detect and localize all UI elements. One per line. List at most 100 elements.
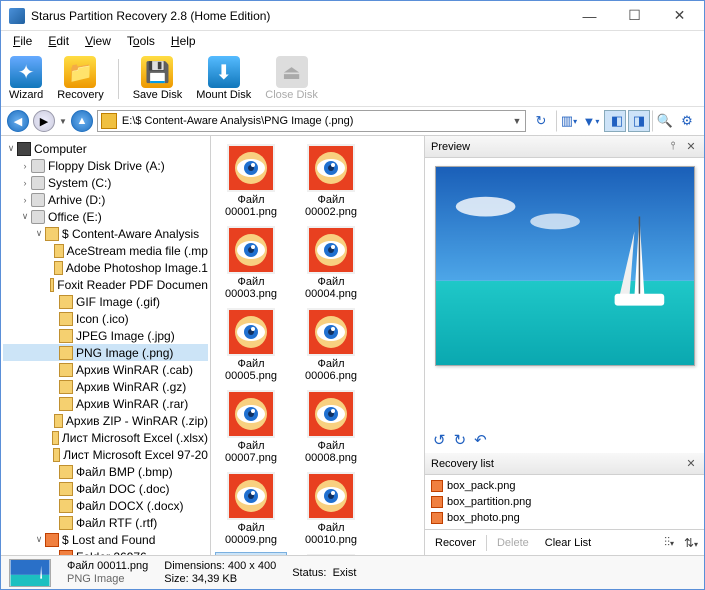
- preview-pin-icon[interactable]: ⫯: [666, 140, 680, 154]
- tree-item[interactable]: Архив WinRAR (.gz): [3, 378, 208, 395]
- tree-item[interactable]: AceStream media file (.mp: [3, 242, 208, 259]
- tree-item[interactable]: Foxit Reader PDF Documen: [3, 276, 208, 293]
- filter-button[interactable]: ▼▾: [580, 110, 602, 132]
- tree-item[interactable]: Архив WinRAR (.rar): [3, 395, 208, 412]
- file-thumbnail-icon: [307, 554, 355, 555]
- tree-content-aware[interactable]: ∨$ Content-Aware Analysis: [3, 225, 208, 242]
- options-button[interactable]: ⚙: [676, 110, 698, 132]
- save-disk-button[interactable]: 💾 Save Disk: [133, 56, 183, 101]
- maximize-button[interactable]: ☐: [612, 2, 657, 30]
- tree-system[interactable]: ›System (C:): [3, 174, 208, 191]
- recovery-list-header: Recovery list ✕: [425, 453, 704, 475]
- tree-floppy[interactable]: ›Floppy Disk Drive (A:): [3, 157, 208, 174]
- file-item[interactable]: Файл 00001.png: [215, 142, 287, 220]
- nav-forward-button[interactable]: ▶: [33, 110, 55, 132]
- file-item[interactable]: Файл 00012.png: [295, 552, 367, 555]
- file-thumbnail-icon: [227, 390, 275, 438]
- search-button[interactable]: 🔍: [652, 110, 674, 132]
- file-item[interactable]: Файл 00006.png: [295, 306, 367, 384]
- tree-item[interactable]: GIF Image (.gif): [3, 293, 208, 310]
- panel-toggle-1[interactable]: ◧: [604, 110, 626, 132]
- list-view-icon[interactable]: ⫶⫶▾: [660, 535, 678, 550]
- folder-tree[interactable]: ∨Computer ›Floppy Disk Drive (A:) ›Syste…: [1, 136, 211, 555]
- rotate-right-icon[interactable]: ↻: [454, 431, 467, 449]
- tree-item[interactable]: Архив ZIP - WinRAR (.zip): [3, 412, 208, 429]
- save-disk-icon: 💾: [141, 56, 173, 88]
- tree-item[interactable]: Icon (.ico): [3, 310, 208, 327]
- preview-close-icon[interactable]: ✕: [684, 140, 698, 154]
- menu-view[interactable]: View: [77, 32, 119, 50]
- tree-item-png[interactable]: PNG Image (.png): [3, 344, 208, 361]
- recovery-button[interactable]: 📁 Recovery: [57, 56, 103, 101]
- tree-item[interactable]: Лист Microsoft Excel (.xlsx): [3, 429, 208, 446]
- menu-tools[interactable]: Tools: [119, 32, 163, 50]
- file-label: Файл 00002.png: [297, 194, 365, 218]
- menu-help[interactable]: Help: [163, 32, 204, 50]
- nav-up-button[interactable]: ▲: [71, 110, 93, 132]
- address-dropdown[interactable]: ▼: [509, 116, 525, 126]
- tree-item[interactable]: JPEG Image (.jpg): [3, 327, 208, 344]
- file-grid[interactable]: Файл 00001.png Файл 00002.png Файл 00003.p…: [211, 136, 424, 555]
- mount-disk-icon: ⬇: [208, 56, 240, 88]
- tree-item[interactable]: ›Folder 26976: [3, 548, 208, 555]
- recovery-list-item[interactable]: box_partition.png: [431, 494, 698, 510]
- nav-history-dropdown[interactable]: ▼: [59, 117, 67, 126]
- address-bar[interactable]: ▼: [97, 110, 526, 132]
- file-item[interactable]: Файл 00009.png: [215, 470, 287, 548]
- menu-file[interactable]: File: [5, 32, 40, 50]
- clear-list-button[interactable]: Clear List: [539, 535, 597, 551]
- tree-lost-found[interactable]: ∨$ Lost and Found: [3, 531, 208, 548]
- file-label: Файл 00004.png: [297, 276, 365, 300]
- recovery-list-item[interactable]: box_pack.png: [431, 478, 698, 494]
- recovery-list-close-icon[interactable]: ✕: [684, 457, 698, 471]
- file-item[interactable]: Файл 00011.png: [215, 552, 287, 555]
- tree-office[interactable]: ∨Office (E:): [3, 208, 208, 225]
- recovery-toolbar: Recover Delete Clear List ⫶⫶▾ ⇅▾: [425, 529, 704, 555]
- file-thumbnail-icon: [227, 472, 275, 520]
- tree-item[interactable]: Файл DOC (.doc): [3, 480, 208, 497]
- minimize-button[interactable]: —: [567, 2, 612, 30]
- panel-toggle-2[interactable]: ◨: [628, 110, 650, 132]
- status-bar: Файл 00011.png PNG Image Dimensions: 400…: [1, 555, 704, 589]
- recover-button[interactable]: Recover: [429, 535, 482, 551]
- tree-item[interactable]: Лист Microsoft Excel 97-20: [3, 446, 208, 463]
- preview-header: Preview ⫯ ✕: [425, 136, 704, 158]
- file-item[interactable]: Файл 00010.png: [295, 470, 367, 548]
- tree-item[interactable]: Архив WinRAR (.cab): [3, 361, 208, 378]
- tree-item[interactable]: Файл BMP (.bmp): [3, 463, 208, 480]
- address-input[interactable]: [120, 115, 509, 127]
- view-mode-button[interactable]: ▥▾: [556, 110, 578, 132]
- file-item[interactable]: Файл 00003.png: [215, 224, 287, 302]
- file-item[interactable]: Файл 00007.png: [215, 388, 287, 466]
- main-area: ∨Computer ›Floppy Disk Drive (A:) ›Syste…: [1, 135, 704, 555]
- tree-item[interactable]: Adobe Photoshop Image.1: [3, 259, 208, 276]
- file-item[interactable]: Файл 00005.png: [215, 306, 287, 384]
- preview-title: Preview: [431, 141, 470, 153]
- recovery-list-body[interactable]: box_pack.pngbox_partition.pngbox_photo.p…: [425, 475, 704, 529]
- delete-button: Delete: [491, 535, 535, 551]
- wizard-button[interactable]: ✦ Wizard: [9, 56, 43, 101]
- list-sort-icon[interactable]: ⇅▾: [682, 536, 700, 550]
- nav-back-button[interactable]: ◀: [7, 110, 29, 132]
- refresh-button[interactable]: ↻: [530, 110, 552, 132]
- tree-arhive[interactable]: ›Arhive (D:): [3, 191, 208, 208]
- menu-edit[interactable]: Edit: [40, 32, 77, 50]
- tree-item[interactable]: Файл RTF (.rtf): [3, 514, 208, 531]
- recovery-list-item[interactable]: box_photo.png: [431, 510, 698, 526]
- file-item[interactable]: Файл 00002.png: [295, 142, 367, 220]
- file-label: Файл 00006.png: [297, 358, 365, 382]
- file-item[interactable]: Файл 00008.png: [295, 388, 367, 466]
- file-thumbnail-icon: [307, 308, 355, 356]
- rotate-left-icon[interactable]: ↺: [433, 431, 446, 449]
- tree-item[interactable]: Файл DOCX (.docx): [3, 497, 208, 514]
- file-label: Файл 00005.png: [217, 358, 285, 382]
- close-button[interactable]: ✕: [657, 2, 702, 30]
- file-thumbnail-icon: [307, 226, 355, 274]
- file-icon: [431, 512, 443, 524]
- file-item[interactable]: Файл 00004.png: [295, 224, 367, 302]
- title-bar: Starus Partition Recovery 2.8 (Home Edit…: [1, 1, 704, 31]
- file-icon: [431, 480, 443, 492]
- mount-disk-button[interactable]: ⬇ Mount Disk: [196, 56, 251, 101]
- tree-computer[interactable]: ∨Computer: [3, 140, 208, 157]
- rotate-180-icon[interactable]: ↶: [474, 431, 487, 449]
